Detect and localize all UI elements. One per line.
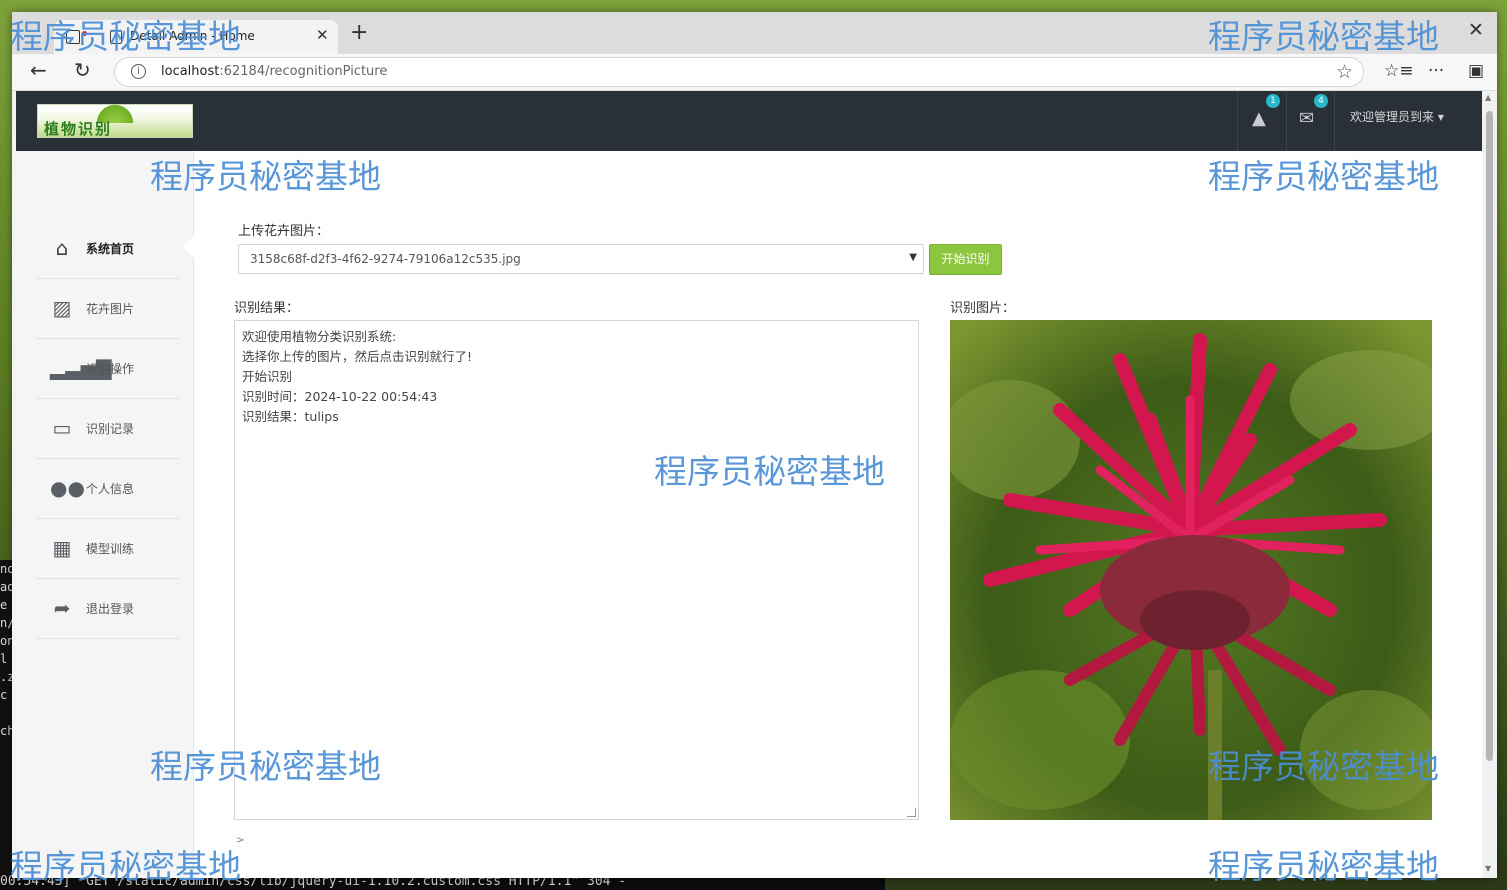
sidebar-item-flower-pictures[interactable]: ▨ 花卉图片: [36, 279, 179, 339]
back-icon[interactable]: ←: [30, 58, 47, 82]
alert-icon[interactable]: ▲: [1252, 108, 1266, 129]
watermark: 程序员秘密基地: [1208, 17, 1439, 56]
sidebar-toggle-icon[interactable]: ▣: [1468, 61, 1484, 81]
resize-handle-icon[interactable]: [907, 808, 916, 817]
sidebar-item-label: 模型训练: [86, 542, 135, 556]
chevron-down-icon: ▼: [909, 252, 917, 263]
watermark: 程序员秘密基地: [10, 17, 241, 56]
group-icon: ●●: [50, 476, 85, 500]
selected-file: 3158c68f-d2f3-4f62-9274-79106a12c535.jpg: [250, 252, 521, 266]
active-item-pointer: [183, 235, 195, 259]
tab-close-icon[interactable]: ✕: [316, 26, 329, 44]
sidebar-item-label: 识别操作: [86, 362, 135, 376]
alert-count-badge: 1: [1266, 94, 1280, 108]
calendar-icon: ▭: [52, 416, 72, 440]
logo-text: 植物识别: [44, 120, 113, 138]
url-field[interactable]: i localhost:62184/recognitionPicture ☆: [114, 57, 1364, 87]
header-divider: [1334, 91, 1335, 151]
reload-icon[interactable]: ↻: [74, 58, 91, 82]
sidebar-item-logout[interactable]: ➦ 退出登录: [36, 579, 179, 639]
result-line: 开始识别: [242, 369, 293, 384]
grid-icon: ▦: [52, 536, 72, 560]
start-recognition-button[interactable]: 开始识别: [929, 244, 1002, 275]
header-divider: [1286, 91, 1287, 151]
sidebar-item-label: 系统首页: [86, 242, 135, 256]
page-scrollbar[interactable]: ▲ ▼: [1482, 91, 1497, 878]
url-path: :62184/recognitionPicture: [219, 64, 388, 79]
admin-header: 植物识别 ▲ 1 ✉ 4 欢迎管理员到来 ▾: [16, 91, 1482, 151]
image-label: 识别图片：: [950, 301, 1016, 316]
url-text: localhost:62184/recognitionPicture: [161, 64, 387, 79]
picture-icon: ▨: [52, 296, 72, 320]
window-close-icon[interactable]: ✕: [1468, 19, 1484, 41]
result-line: 欢迎使用植物分类识别系统:: [242, 329, 397, 344]
favorites-list-icon[interactable]: ☆≡: [1384, 61, 1413, 81]
result-label: 识别结果：: [234, 301, 300, 316]
terminal-side-text: no ad e n/ on l .z c ch: [0, 562, 12, 738]
favorite-star-icon[interactable]: ☆: [1336, 61, 1353, 83]
sidebar-item-home[interactable]: ⌂ 系统首页: [36, 219, 179, 279]
result-line: 识别结果：tulips: [242, 409, 339, 424]
upload-label: 上传花卉图片：: [238, 224, 330, 239]
site-info-icon[interactable]: i: [131, 64, 146, 79]
scrollbar-thumb[interactable]: [1486, 111, 1493, 761]
sidebar-item-label: 个人信息: [86, 482, 135, 496]
user-menu-dropdown[interactable]: 欢迎管理员到来 ▾: [1350, 108, 1444, 125]
result-line: 选择你上传的图片，然后点击识别就行了!: [242, 349, 473, 364]
site-logo[interactable]: 植物识别: [37, 103, 193, 138]
sidebar-item-label: 退出登录: [86, 602, 135, 616]
watermark: 程序员秘密基地: [150, 157, 381, 196]
mail-icon[interactable]: ✉: [1299, 108, 1314, 129]
new-tab-icon[interactable]: +: [350, 20, 368, 45]
share-icon: ➦: [53, 596, 71, 620]
watermark: 程序员秘密基地: [1208, 157, 1439, 196]
watermark: 程序员秘密基地: [150, 747, 381, 786]
scroll-up-icon[interactable]: ▲: [1485, 93, 1491, 102]
sidebar-item-label: 花卉图片: [86, 302, 135, 316]
sidebar-item-recognition[interactable]: ▂▃▅▇ 识别操作: [36, 339, 179, 399]
sidebar-item-label: 识别记录: [86, 422, 135, 436]
sidebar-item-model-training[interactable]: ▦ 模型训练: [36, 519, 179, 579]
home-icon: ⌂: [55, 236, 69, 260]
url-host: localhost: [161, 64, 220, 79]
watermark: 程序员秘密基地: [1208, 847, 1439, 886]
watermark: 程序员秘密基地: [654, 452, 885, 491]
signal-icon: ▂▃▅▇: [50, 356, 112, 380]
watermark: 程序员秘密基地: [1208, 747, 1439, 786]
scroll-down-icon[interactable]: ▼: [1485, 864, 1491, 873]
watermark: 程序员秘密基地: [10, 847, 241, 886]
more-menu-icon[interactable]: ···: [1428, 61, 1444, 81]
header-divider: [1237, 91, 1238, 151]
sidebar-item-records[interactable]: ▭ 识别记录: [36, 399, 179, 459]
mail-count-badge: 4: [1314, 94, 1328, 108]
result-line: 识别时间：2024-10-22 00:54:43: [242, 389, 438, 404]
file-select[interactable]: 3158c68f-d2f3-4f62-9274-79106a12c535.jpg…: [238, 244, 924, 274]
address-bar: ← ↻ i localhost:62184/recognitionPicture…: [12, 54, 1497, 91]
sidebar-item-profile[interactable]: ●● 个人信息: [36, 459, 179, 519]
